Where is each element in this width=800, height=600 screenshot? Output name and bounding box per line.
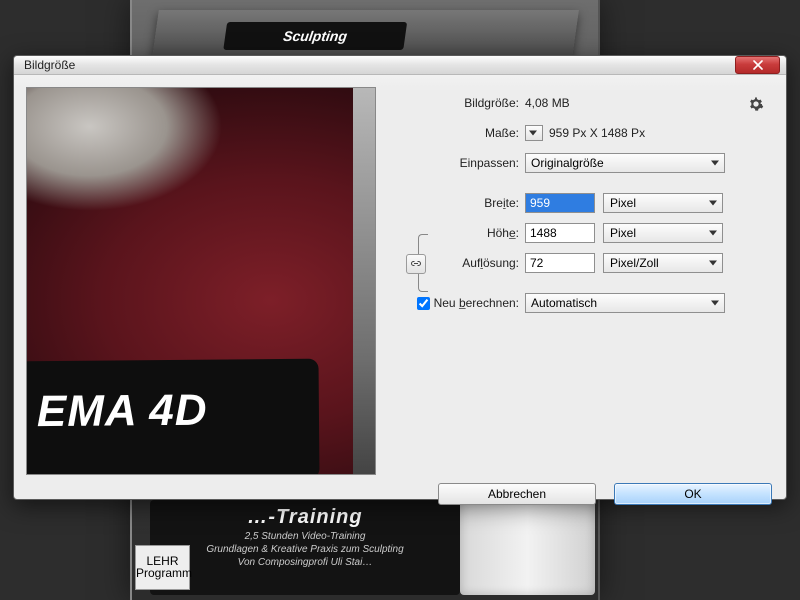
resample-method-value: Automatisch (531, 296, 597, 310)
label-image-size: Bildgröße: (390, 96, 525, 110)
height-input[interactable] (525, 223, 595, 243)
label-width: Breite: (390, 196, 525, 210)
row-width: Breite: Pixel (390, 191, 774, 215)
value-dimensions: 959 Px X 1488 Px (549, 126, 645, 140)
bg-lehr-line2: Programm (136, 566, 192, 580)
bg-bottom-line2: Grundlagen & Kreative Praxis zum Sculpti… (160, 544, 450, 555)
preview-text-panel: EMA 4D (26, 359, 320, 475)
cancel-button[interactable]: Abbrechen (438, 483, 596, 505)
chevron-down-icon (709, 231, 717, 236)
settings-gear-button[interactable] (748, 96, 764, 112)
width-input[interactable] (525, 193, 595, 213)
row-height: Höhe: Pixel (390, 221, 774, 245)
dialog-button-row: Abbrechen OK (14, 483, 786, 517)
ok-button-label: OK (684, 487, 701, 501)
label-dimensions: Maße: (390, 126, 525, 140)
resolution-unit-select[interactable]: Pixel/Zoll (603, 253, 723, 273)
constrain-proportions-button[interactable] (406, 254, 426, 274)
row-resolution: Auflösung: Pixel/Zoll (390, 251, 774, 275)
row-image-size: Bildgröße: 4,08 MB (390, 91, 774, 115)
bg-bottom-line3: Von Composingprofi Uli Stai… (160, 557, 450, 568)
width-unit-value: Pixel (610, 196, 636, 210)
fit-to-value: Originalgröße (531, 156, 604, 170)
dialog-title: Bildgröße (24, 58, 735, 72)
row-dimensions: Maße: 959 Px X 1488 Px (390, 121, 774, 145)
height-unit-select[interactable]: Pixel (603, 223, 723, 243)
gear-icon (748, 96, 764, 112)
value-image-size: 4,08 MB (525, 96, 570, 110)
close-icon (753, 60, 763, 70)
preview-edge (353, 88, 375, 474)
dialog-body: EMA 4D Bildgröße: 4,08 MB Maße: 959 Px X… (14, 75, 786, 483)
resolution-input[interactable] (525, 253, 595, 273)
row-resample: Neu berechnen: Automatisch (390, 291, 774, 315)
link-icon (410, 258, 422, 270)
label-resample: Neu berechnen: (434, 296, 519, 310)
ok-button[interactable]: OK (614, 483, 772, 505)
width-unit-select[interactable]: Pixel (603, 193, 723, 213)
image-preview[interactable]: EMA 4D (26, 87, 376, 475)
bg-lehr-badge: LEHR Programm (135, 545, 190, 590)
bg-bottom-line1: 2,5 Stunden Video-Training (160, 531, 450, 542)
label-fit-to: Einpassen: (390, 156, 525, 170)
chevron-down-icon (711, 301, 719, 306)
chevron-down-icon (529, 131, 537, 136)
resample-method-select[interactable]: Automatisch (525, 293, 725, 313)
cancel-button-label: Abbrechen (488, 487, 546, 501)
label-height: Höhe: (390, 226, 525, 240)
fit-to-select[interactable]: Originalgröße (525, 153, 725, 173)
height-unit-value: Pixel (610, 226, 636, 240)
resample-checkbox[interactable] (417, 297, 430, 310)
row-fit-to: Einpassen: Originalgröße (390, 151, 774, 175)
chevron-down-icon (709, 201, 717, 206)
dimensions-unit-dropdown[interactable] (525, 125, 543, 141)
image-size-dialog: Bildgröße EMA 4D Bildgröße: 4,08 MB (13, 55, 787, 500)
resolution-unit-value: Pixel/Zoll (610, 256, 659, 270)
controls-panel: Bildgröße: 4,08 MB Maße: 959 Px X 1488 P… (390, 87, 774, 475)
bg-top-label: Sculpting (223, 22, 407, 50)
close-button[interactable] (735, 56, 780, 74)
dialog-titlebar[interactable]: Bildgröße (14, 56, 786, 75)
chevron-down-icon (709, 261, 717, 266)
preview-text: EMA 4D (37, 386, 208, 437)
chevron-down-icon (711, 161, 719, 166)
